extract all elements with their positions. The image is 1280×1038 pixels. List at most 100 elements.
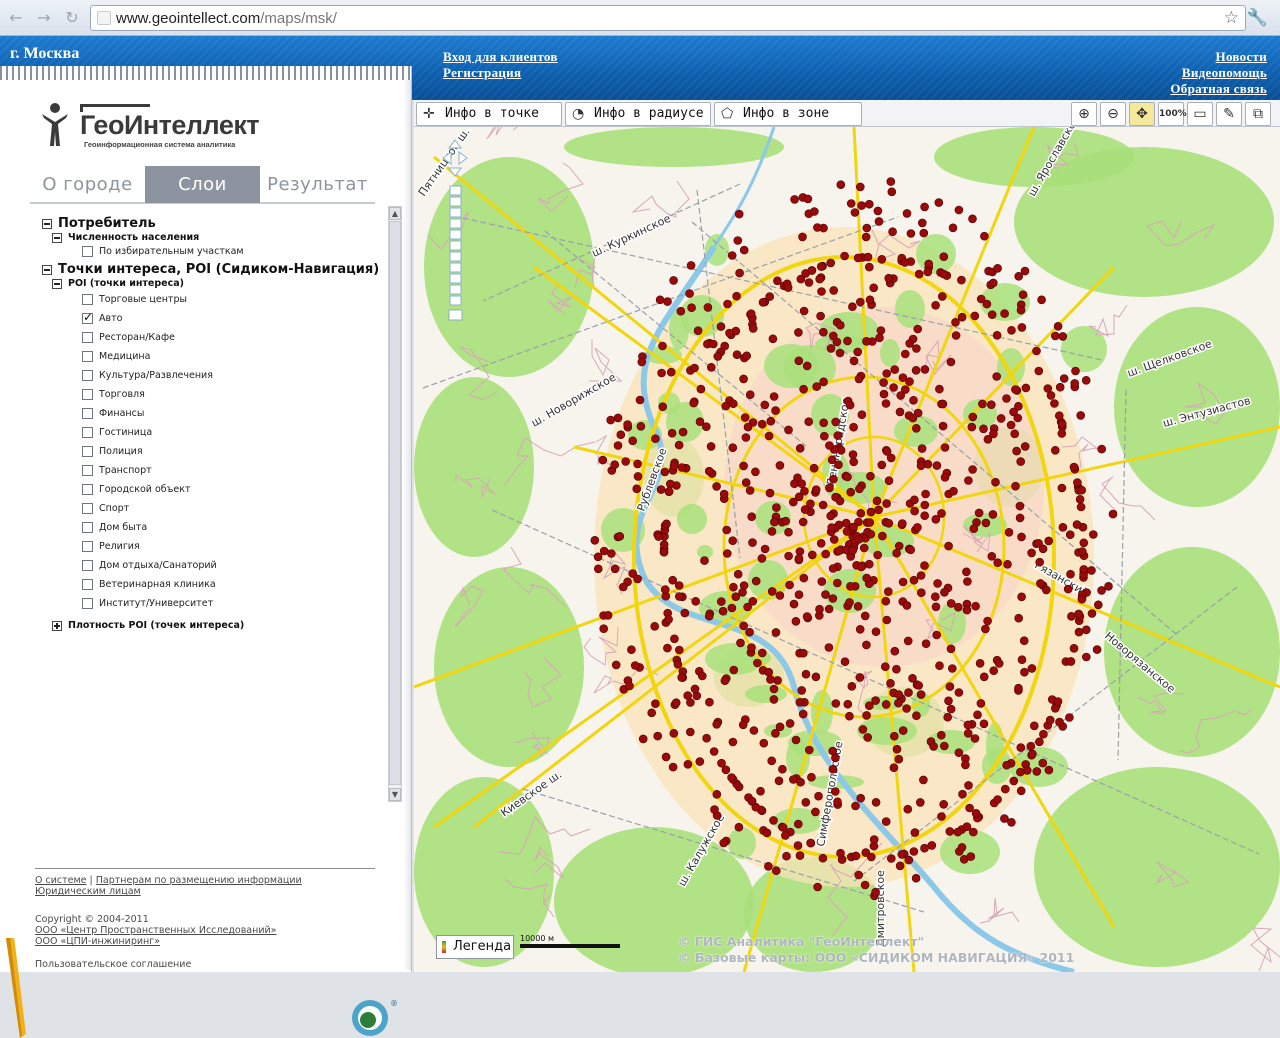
collapse-icon[interactable] bbox=[52, 278, 62, 289]
polygon-icon: ⬠ bbox=[721, 106, 734, 122]
checkbox[interactable] bbox=[82, 522, 93, 533]
collapse-icon[interactable] bbox=[42, 264, 52, 275]
checkbox[interactable] bbox=[82, 541, 93, 552]
info-radius-button[interactable]: ◔ Инфо в радиусе bbox=[565, 102, 711, 126]
login-link[interactable]: Вход для клиентов bbox=[443, 49, 558, 65]
panel-footer: О системе | Партнерам по размещению инфо… bbox=[35, 868, 375, 970]
info-zone-button[interactable]: ⬠ Инфо в зоне bbox=[714, 102, 862, 126]
tree-item-poi[interactable]: Дом отдыха/Санаторий bbox=[82, 560, 217, 571]
back-icon[interactable]: ← bbox=[6, 8, 26, 28]
crosshair-icon: ✛ bbox=[423, 106, 435, 122]
tab-about-city[interactable]: О городе bbox=[30, 166, 145, 203]
legal-entities-link[interactable]: Юридическим лицам bbox=[35, 886, 141, 897]
checkbox[interactable] bbox=[82, 351, 93, 362]
brand-slogan: Геоинформационная система аналитика bbox=[84, 140, 236, 149]
tree-group-consumer[interactable]: Потребитель bbox=[42, 216, 156, 231]
feedback-link[interactable]: Обратная связь bbox=[1170, 81, 1267, 97]
layers-scrollbar[interactable]: ▲ ▼ bbox=[388, 206, 402, 802]
url-text[interactable]: www.geointellect.com/maps/msk/ bbox=[116, 10, 337, 27]
map-copyright: © ГИС Аналитика "ГеоИнтеллект" © Базовые… bbox=[678, 934, 1075, 965]
partners-link[interactable]: Партнерам по размещению информации bbox=[96, 875, 302, 886]
map-canvas[interactable]: Пятницкое ш. ш. Куркинское ш. Новорижское Р… bbox=[414, 127, 1280, 972]
wrench-icon[interactable]: 🔧 bbox=[1247, 8, 1268, 28]
left-panel: ГеоИнтеллект Геоинформационная система а… bbox=[0, 66, 412, 1038]
user-agreement-link[interactable]: Пользовательское соглашение bbox=[35, 959, 375, 970]
checkbox[interactable] bbox=[82, 246, 93, 257]
about-system-link[interactable]: О системе bbox=[35, 875, 87, 886]
checkbox[interactable] bbox=[82, 446, 93, 457]
scroll-down-icon[interactable]: ▼ bbox=[389, 788, 401, 801]
pan-icon[interactable]: ✥ bbox=[1129, 102, 1155, 126]
checkbox[interactable] bbox=[82, 598, 93, 609]
checkbox[interactable] bbox=[82, 332, 93, 343]
expand-icon[interactable] bbox=[52, 620, 62, 631]
tree-item-poi[interactable]: Культура/Развлечения bbox=[82, 370, 213, 381]
tree-item-poi[interactable]: Религия bbox=[82, 541, 140, 552]
tree-item-poi[interactable]: Институт/Университет bbox=[82, 598, 213, 609]
pencil-decoration-icon bbox=[6, 938, 26, 1038]
map-svg: Пятницкое ш.ш. Куркинскоеш. НоворижскоеР… bbox=[414, 127, 1280, 972]
person-logo-icon bbox=[42, 103, 68, 146]
map-zoom-slider[interactable] bbox=[441, 138, 471, 338]
checkbox[interactable] bbox=[82, 427, 93, 438]
checkbox[interactable] bbox=[82, 370, 93, 381]
checkbox[interactable] bbox=[82, 465, 93, 476]
tree-item-poi[interactable]: Авто bbox=[82, 310, 122, 324]
checkbox[interactable] bbox=[82, 294, 93, 305]
clear-icon[interactable]: ✎ bbox=[1216, 102, 1242, 126]
scroll-thumb[interactable] bbox=[389, 221, 401, 785]
register-link[interactable]: Регистрация bbox=[443, 65, 558, 81]
checkbox[interactable] bbox=[82, 579, 93, 590]
tree-item-poi[interactable]: Гостиница bbox=[82, 427, 152, 438]
tree-item-poi[interactable]: Дом быта bbox=[82, 522, 147, 533]
reload-icon[interactable]: ↻ bbox=[62, 8, 82, 28]
collapse-icon[interactable] bbox=[42, 218, 52, 229]
svg-text:®: ® bbox=[390, 999, 398, 1008]
forward-icon[interactable]: → bbox=[34, 8, 54, 28]
collapse-icon[interactable] bbox=[52, 232, 62, 243]
tree-item-poi[interactable]: Ветеринарная клиника bbox=[82, 579, 216, 590]
tree-item-poi[interactable]: Ресторан/Кафе bbox=[82, 332, 175, 343]
info-point-button[interactable]: ✛ Инфо в точке bbox=[416, 102, 562, 126]
tree-item-poi[interactable]: Спорт bbox=[82, 503, 129, 514]
tree-subgroup-population[interactable]: Численность населения bbox=[52, 232, 199, 243]
tree-item-precincts[interactable]: По избирательным участкам bbox=[82, 246, 244, 257]
geointellect-badge-icon: ® bbox=[352, 999, 398, 1036]
tree-item-poi[interactable]: Финансы bbox=[82, 408, 144, 419]
bookmark-star-icon[interactable]: ☆ bbox=[1224, 8, 1239, 28]
tree-item-poi[interactable]: Городской объект bbox=[82, 484, 190, 495]
zoom-100-button[interactable]: 100% bbox=[1158, 102, 1187, 126]
tree-item-poi[interactable]: Торговые центры bbox=[82, 294, 187, 305]
logo: ГеоИнтеллект Геоинформационная система а… bbox=[40, 102, 260, 152]
legend-button[interactable]: Легенда bbox=[436, 935, 514, 959]
video-help-link[interactable]: Видеопомощь bbox=[1170, 65, 1267, 81]
checkbox[interactable] bbox=[82, 484, 93, 495]
tree-item-poi[interactable]: Полиция bbox=[82, 446, 143, 457]
address-bar[interactable]: www.geointellect.com/maps/msk/ ☆ bbox=[90, 5, 1246, 31]
scroll-up-icon[interactable]: ▲ bbox=[389, 207, 401, 220]
news-link[interactable]: Новости bbox=[1170, 49, 1267, 65]
checkbox[interactable] bbox=[82, 310, 93, 324]
tree-group-poi-density[interactable]: Плотность POI (точек интереса) bbox=[52, 620, 244, 631]
checkbox[interactable] bbox=[82, 408, 93, 419]
checkbox[interactable] bbox=[82, 389, 93, 400]
org2-link[interactable]: ООО «ЦПИ-инжиниринг» bbox=[35, 936, 160, 947]
zoom-in-icon[interactable]: ⊕ bbox=[1071, 102, 1097, 126]
radius-icon: ◔ bbox=[572, 106, 585, 122]
org1-link[interactable]: ООО «Центр Пространственных Исследований… bbox=[35, 925, 277, 936]
tree-item-poi[interactable]: Транспорт bbox=[82, 465, 152, 476]
fullscreen-icon[interactable]: ⧉ bbox=[1245, 102, 1271, 126]
checkbox[interactable] bbox=[82, 560, 93, 571]
tab-result[interactable]: Результат bbox=[260, 166, 375, 203]
tree-subgroup-poi[interactable]: POI (точки интереса) bbox=[52, 278, 184, 289]
tree-group-poi[interactable]: Точки интереса, POI (Сидиком-Навигация) bbox=[42, 262, 379, 277]
checkbox[interactable] bbox=[82, 503, 93, 514]
tree-item-poi[interactable]: Медицина bbox=[82, 351, 150, 362]
zoom-out-icon[interactable]: ⊖ bbox=[1100, 102, 1126, 126]
info-links: Новости Видеопомощь Обратная связь bbox=[1170, 49, 1267, 97]
auth-links: Вход для клиентов Регистрация bbox=[443, 49, 558, 81]
ruler-icon[interactable]: ▭ bbox=[1187, 102, 1213, 126]
tab-layers[interactable]: Слои bbox=[145, 166, 260, 203]
panel-tabs: О городе Слои Результат bbox=[30, 166, 375, 204]
tree-item-poi[interactable]: Торговля bbox=[82, 389, 145, 400]
